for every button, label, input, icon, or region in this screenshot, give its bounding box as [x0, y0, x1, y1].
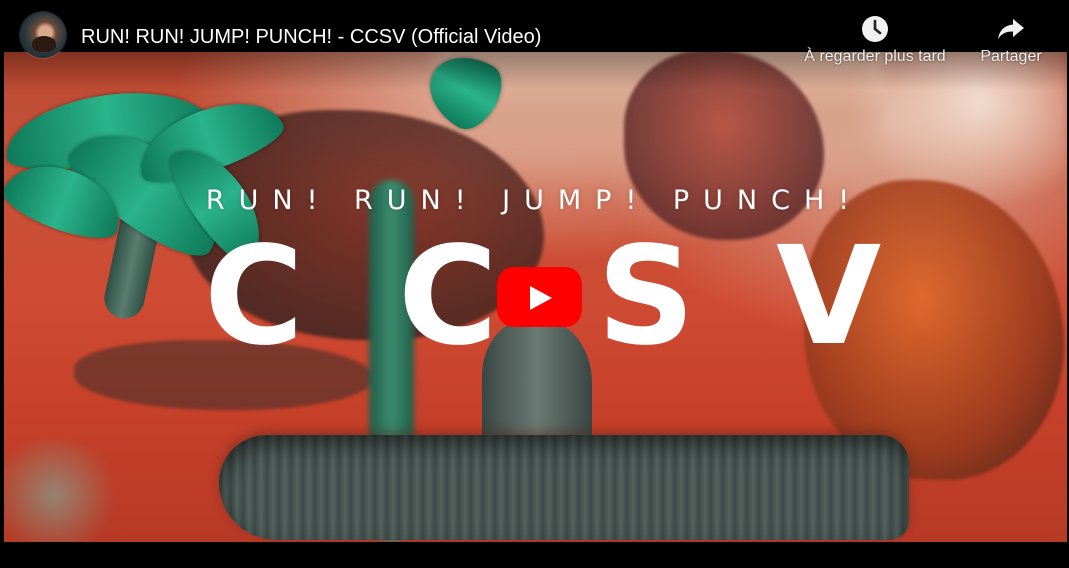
- channel-avatar[interactable]: [20, 12, 66, 58]
- thumbnail-subtitle: RUN! RUN! JUMP! PUNCH!: [205, 185, 864, 216]
- thumbnail-letter: C: [398, 218, 498, 376]
- thumbnail-letter: S: [597, 218, 695, 376]
- thumbnail-letter: V: [776, 218, 882, 376]
- blur-blob: [4, 440, 124, 542]
- video-title[interactable]: RUN! RUN! JUMP! PUNCH! - CCSV (Official …: [81, 26, 541, 49]
- thumbnail-letter: C: [204, 218, 304, 376]
- video-player[interactable]: RUN! RUN! JUMP! PUNCH! C C S V RUN! RUN!…: [0, 0, 1069, 568]
- log-prop: [219, 435, 909, 540]
- play-button[interactable]: [497, 267, 582, 327]
- watch-later-label: À regarder plus tard: [804, 48, 946, 65]
- watch-later-button[interactable]: À regarder plus tard: [796, 14, 954, 66]
- bottom-bar: [0, 542, 1069, 568]
- clock-icon: [860, 14, 890, 44]
- share-label: Partager: [980, 48, 1042, 65]
- play-icon: [530, 286, 552, 310]
- share-button[interactable]: Partager: [972, 14, 1050, 66]
- share-arrow-icon: [996, 14, 1026, 44]
